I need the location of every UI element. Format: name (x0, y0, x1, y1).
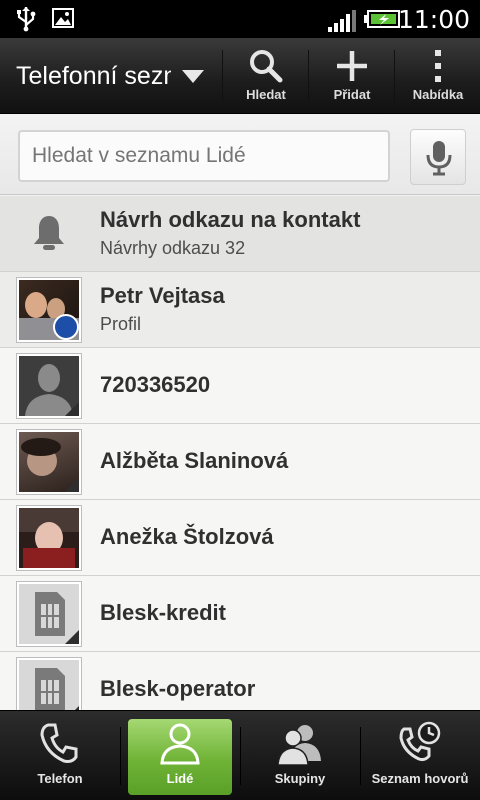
tab-label: Lidé (166, 771, 194, 786)
menu-button-label: Nabídka (412, 87, 464, 102)
contact-row[interactable]: Anežka Štolzová (0, 500, 480, 576)
contact-subtitle: Profil (100, 314, 142, 334)
contact-name: Petr Vejtasa (100, 283, 225, 308)
avatar (16, 353, 82, 419)
tab-seznam-hovoru[interactable]: Seznam hovorů (360, 711, 480, 800)
dropdown-arrow-icon (182, 70, 204, 83)
avatar (16, 581, 82, 647)
corner-fold (65, 630, 79, 644)
view-selector-dropdown[interactable]: Telefonní seznam (0, 38, 222, 114)
tab-skupiny[interactable]: Skupiny (240, 711, 360, 800)
suggestion-subtitle: Návrhy odkazu 32 (100, 238, 246, 258)
contact-row[interactable]: Petr Vejtasa Profil (0, 272, 480, 348)
contact-name: 720336520 (100, 372, 211, 397)
menu-button[interactable]: Nabídka (396, 38, 480, 114)
bell-icon (34, 216, 64, 250)
contact-row[interactable]: Blesk-kredit (0, 576, 480, 652)
suggestion-title: Návrh odkazu na kontakt (100, 207, 361, 232)
tab-label: Telefon (37, 771, 83, 786)
battery-charging-icon (364, 10, 400, 28)
action-bar: Telefonní seznam Hledat Přidat Nabídka (0, 38, 480, 114)
contact-row[interactable]: Blesk-operator (0, 652, 480, 710)
view-title: Telefonní seznam (16, 62, 171, 90)
search-icon (250, 50, 283, 83)
avatar (16, 657, 82, 710)
tab-label: Seznam hovorů (371, 771, 469, 786)
call-history-icon (399, 721, 441, 762)
search-input[interactable] (18, 130, 390, 182)
avatar (16, 505, 82, 571)
person-icon (160, 723, 200, 765)
search-bar (0, 115, 480, 195)
microphone-icon (426, 141, 452, 176)
corner-fold (65, 402, 79, 416)
contact-name: Alžběta Slaninová (100, 448, 289, 473)
status-bar: 11:00 (0, 0, 480, 38)
contact-name: Blesk-operator (100, 676, 256, 701)
contact-row[interactable]: 720336520 (0, 348, 480, 424)
image-icon (52, 8, 74, 28)
sim-card-icon (35, 668, 65, 710)
tab-label: Skupiny (274, 771, 326, 786)
corner-fold (65, 478, 79, 492)
voice-search-button[interactable] (410, 129, 466, 185)
clock: 11:00 (397, 5, 470, 34)
phone-icon (40, 723, 78, 763)
contact-list[interactable]: Návrh odkazu na kontakt Návrhy odkazu 32… (0, 196, 480, 710)
link-suggestion-row[interactable]: Návrh odkazu na kontakt Návrhy odkazu 32 (0, 196, 480, 272)
divider (308, 50, 309, 102)
divider (394, 50, 395, 102)
group-icon (278, 725, 321, 765)
tab-telefon[interactable]: Telefon (0, 711, 120, 800)
tab-lide[interactable]: Lidé (120, 711, 240, 800)
add-contact-button[interactable]: Přidat (310, 38, 394, 114)
search-button[interactable]: Hledat (224, 38, 308, 114)
menu-dots-icon (435, 50, 441, 82)
plus-icon (337, 51, 367, 81)
avatar (16, 429, 82, 495)
divider (222, 50, 223, 102)
signal-icon (328, 10, 356, 32)
contact-name: Anežka Štolzová (100, 524, 274, 549)
usb-icon (17, 7, 36, 32)
contact-row[interactable]: Alžběta Slaninová (0, 424, 480, 500)
add-button-label: Přidat (333, 87, 371, 102)
search-button-label: Hledat (246, 87, 286, 102)
bottom-tab-bar: Telefon Lidé Skupiny Seznam hovorů (0, 710, 480, 800)
contact-name: Blesk-kredit (100, 600, 226, 625)
avatar (16, 277, 82, 343)
